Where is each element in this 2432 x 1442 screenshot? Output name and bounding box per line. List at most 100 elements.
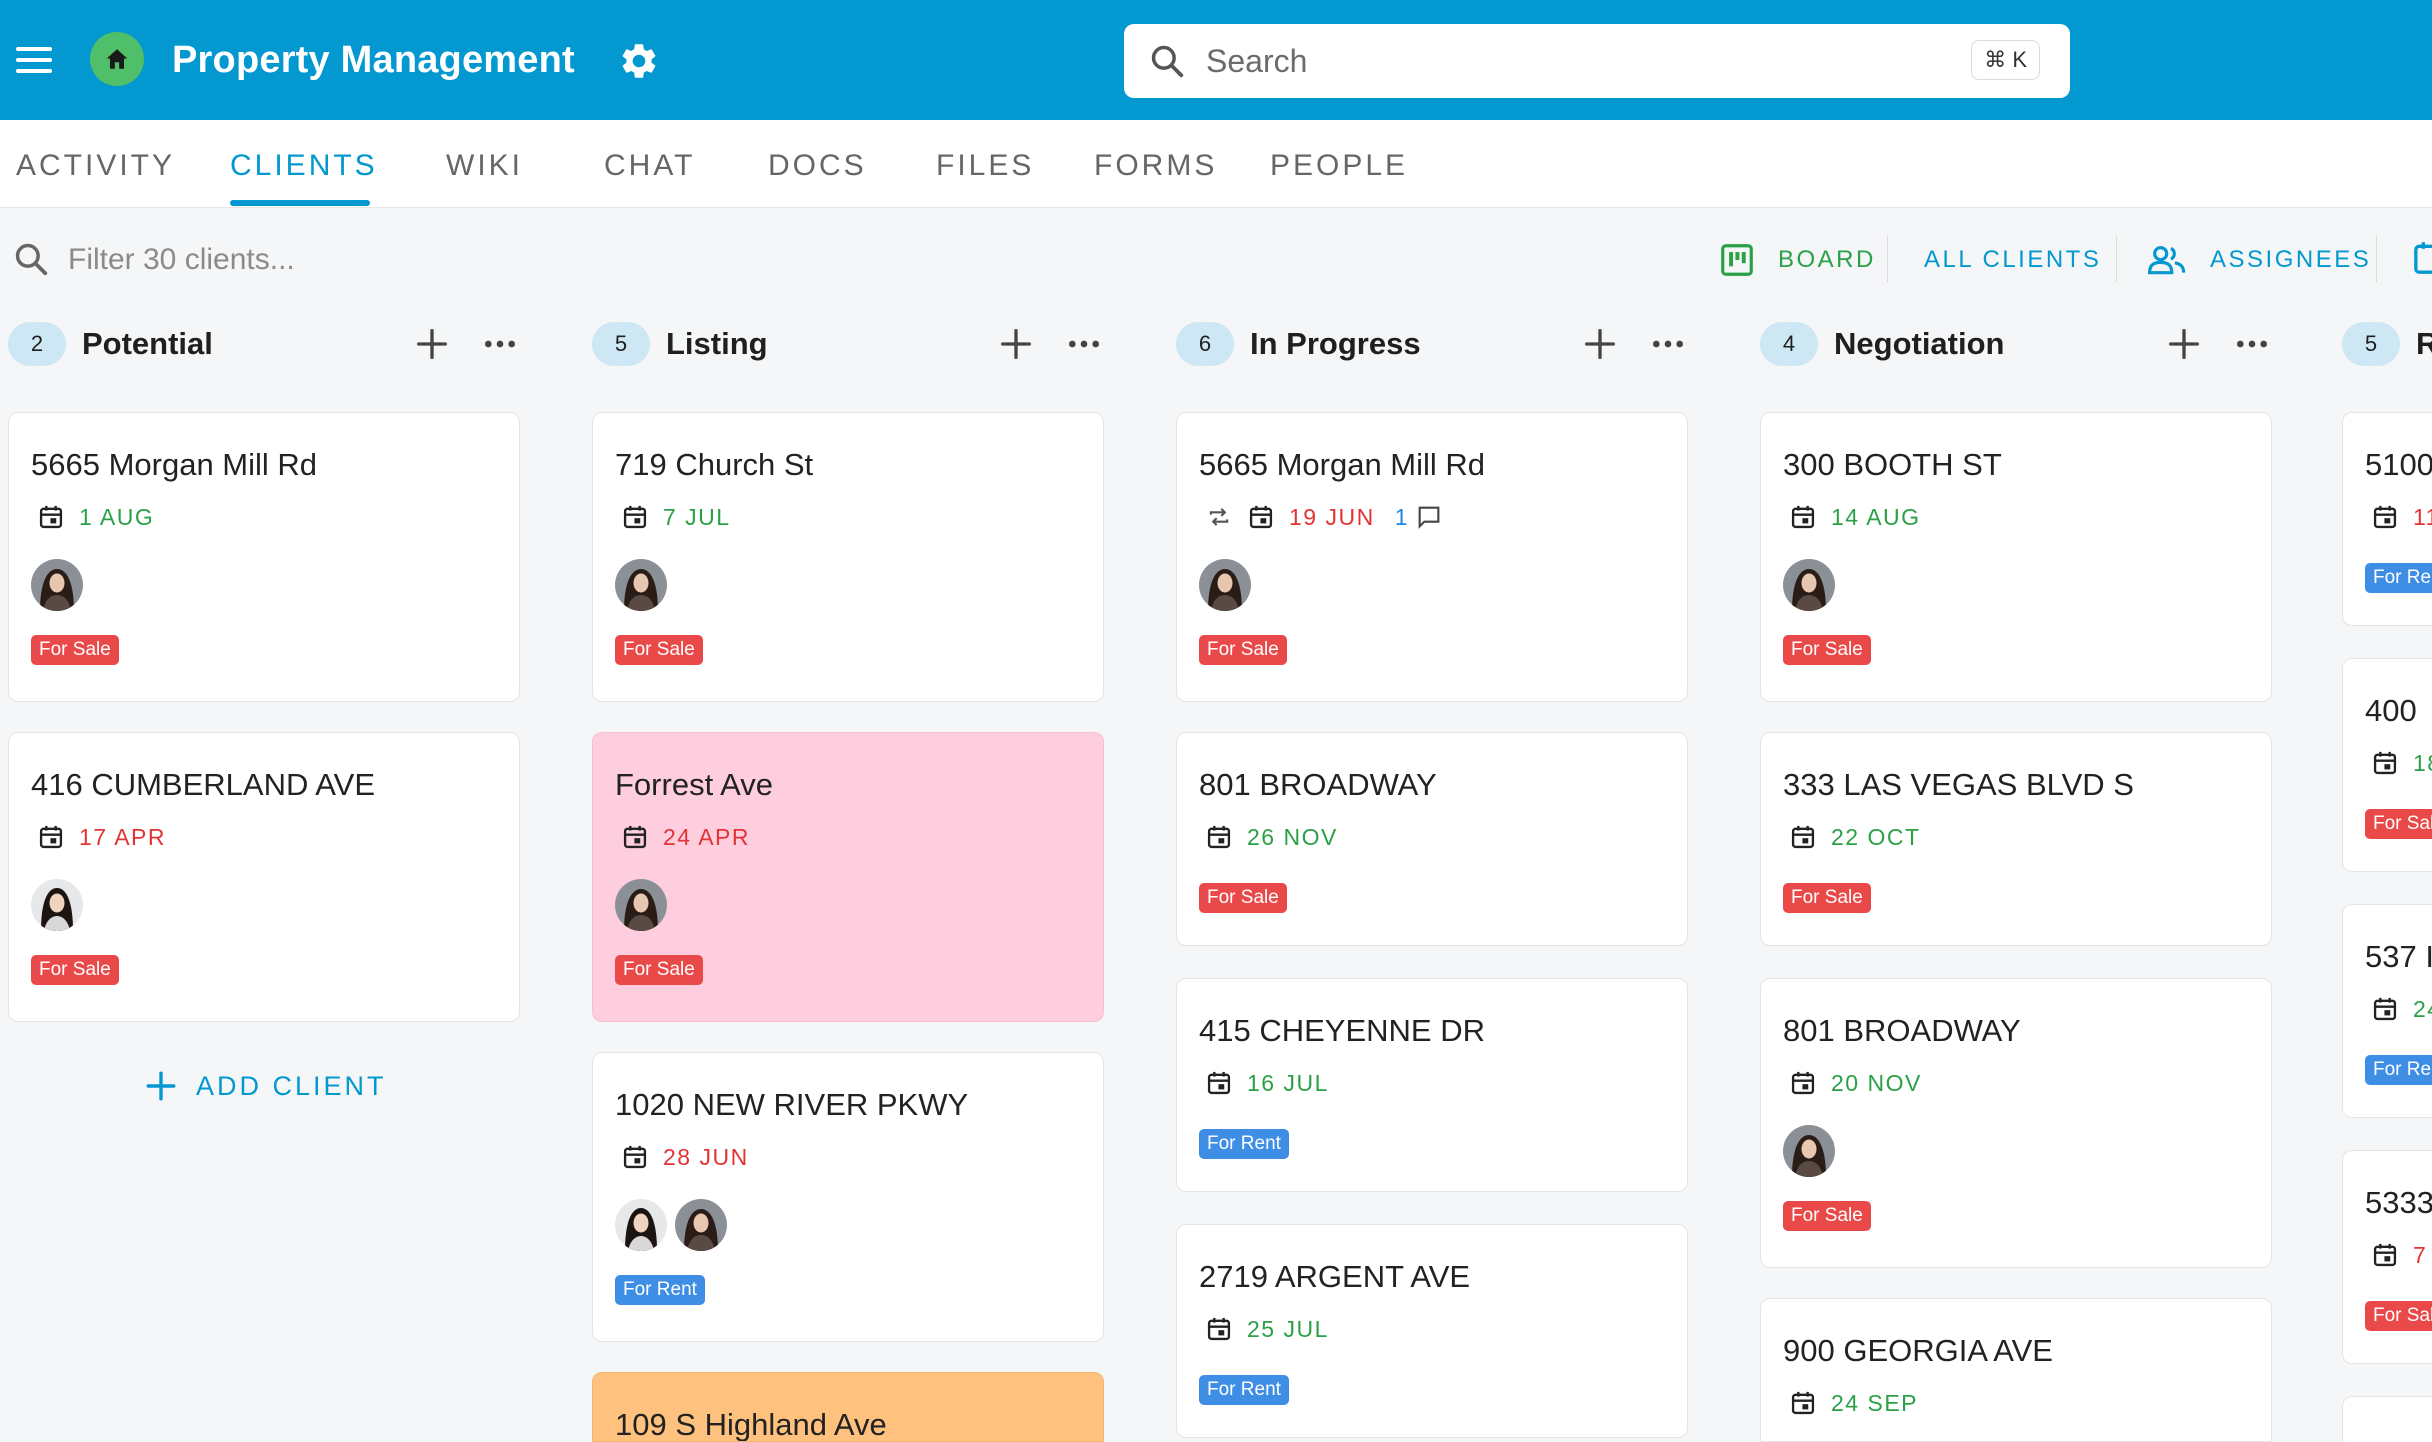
more-options-icon[interactable] bbox=[2232, 324, 2272, 364]
card-title: 400 bbox=[2365, 693, 2417, 728]
column-title: In Progress bbox=[1250, 326, 1421, 361]
client-card[interactable]: 415 CHEYENNE DR 16 JUL For Rent bbox=[1176, 978, 1688, 1192]
card-date: 1 AUG bbox=[37, 501, 154, 533]
avatar[interactable] bbox=[31, 559, 83, 611]
avatar[interactable] bbox=[1783, 1125, 1835, 1177]
avatar[interactable] bbox=[615, 1199, 667, 1251]
add-card-icon[interactable] bbox=[412, 324, 452, 364]
toolbar-divider bbox=[1887, 236, 1888, 282]
client-card[interactable] bbox=[2342, 1396, 2432, 1442]
assignees-label: ASSIGNEES bbox=[2210, 246, 2372, 273]
tab-forms[interactable]: FORMS bbox=[1094, 148, 1217, 184]
card-date: 19 JUN 1 bbox=[1205, 501, 1443, 533]
calendar-icon bbox=[37, 503, 65, 531]
calendar-icon bbox=[1205, 1315, 1233, 1343]
client-card[interactable]: 2719 ARGENT AVE 25 JUL For Rent bbox=[1176, 1224, 1688, 1438]
more-options-icon[interactable] bbox=[480, 324, 520, 364]
add-card-icon[interactable] bbox=[996, 324, 1036, 364]
assignee-avatars bbox=[1783, 1125, 1835, 1177]
due-date: 16 JUL bbox=[1247, 1069, 1329, 1096]
calendar-icon bbox=[621, 1143, 649, 1171]
avatar[interactable] bbox=[615, 879, 667, 931]
menu-icon[interactable] bbox=[16, 40, 56, 80]
status-tag: For Ren bbox=[2365, 1055, 2432, 1085]
due-date: 17 APR bbox=[79, 823, 166, 850]
home-button[interactable] bbox=[90, 32, 144, 86]
avatar[interactable] bbox=[31, 879, 83, 931]
column-header-partial: 5 R bbox=[2342, 322, 2432, 368]
search-box[interactable]: ⌘ K bbox=[1124, 24, 2070, 98]
add-card-icon[interactable] bbox=[2164, 324, 2204, 364]
more-options-icon[interactable] bbox=[1064, 324, 1104, 364]
card-title: 5333 bbox=[2365, 1185, 2432, 1220]
tab-people[interactable]: PEOPLE bbox=[1270, 148, 1408, 184]
card-date: 24 APR bbox=[621, 821, 750, 853]
card-title: 801 BROADWAY bbox=[1783, 1013, 2021, 1048]
filter-input[interactable] bbox=[68, 238, 668, 282]
add-client-button[interactable]: ADD CLIENT bbox=[144, 1066, 387, 1106]
client-card[interactable]: 5333 7 For Sal bbox=[2342, 1150, 2432, 1364]
client-card[interactable]: 537 I 24 For Ren bbox=[2342, 904, 2432, 1118]
card-title: 537 I bbox=[2365, 939, 2432, 974]
calendar-icon bbox=[1789, 503, 1817, 531]
client-card[interactable]: 900 GEORGIA AVE 24 SEP bbox=[1760, 1298, 2272, 1442]
toolbar-divider bbox=[2376, 236, 2377, 282]
board-view-button[interactable]: BOARD bbox=[1718, 238, 1876, 282]
client-card[interactable]: 1020 NEW RIVER PKWY 28 JUN For Rent bbox=[592, 1052, 1104, 1342]
active-tab-indicator bbox=[230, 200, 370, 206]
client-card[interactable]: 400 18 For Sal bbox=[2342, 658, 2432, 872]
tab-activity[interactable]: ACTIVITY bbox=[16, 148, 175, 184]
column-title: Listing bbox=[666, 326, 768, 361]
client-card[interactable]: 719 Church St 7 JUL For Sale bbox=[592, 412, 1104, 702]
calendar-icon bbox=[37, 823, 65, 851]
avatar[interactable] bbox=[615, 559, 667, 611]
tab-docs[interactable]: DOCS bbox=[768, 148, 867, 184]
column-count-badge: 2 bbox=[8, 322, 66, 366]
assignees-button[interactable]: ASSIGNEES bbox=[2146, 238, 2371, 282]
assignee-avatars bbox=[31, 559, 83, 611]
tab-chat[interactable]: CHAT bbox=[604, 148, 695, 184]
more-options-icon[interactable] bbox=[1648, 324, 1688, 364]
client-card[interactable]: 5665 Morgan Mill Rd 19 JUN 1 For Sale bbox=[1176, 412, 1688, 702]
client-card[interactable]: 333 LAS VEGAS BLVD S 22 OCT For Sale bbox=[1760, 732, 2272, 946]
client-card[interactable]: 300 BOOTH ST 14 AUG For Sale bbox=[1760, 412, 2272, 702]
add-card-icon[interactable] bbox=[1580, 324, 1620, 364]
due-date: 26 NOV bbox=[1247, 823, 1338, 850]
app-bar: Property Management ⌘ K bbox=[0, 0, 2432, 120]
avatar[interactable] bbox=[1199, 559, 1251, 611]
search-input[interactable] bbox=[1206, 38, 1906, 84]
due-date: 25 JUL bbox=[1247, 1315, 1329, 1342]
due-date: 7 bbox=[2413, 1241, 2428, 1268]
client-card[interactable]: 5100 11 For Ren bbox=[2342, 412, 2432, 626]
card-date: 18 bbox=[2371, 747, 2432, 779]
all-clients-button[interactable]: ALL CLIENTS bbox=[1924, 238, 2101, 282]
tab-files[interactable]: FILES bbox=[936, 148, 1034, 184]
client-card[interactable]: 801 BROADWAY 20 NOV For Sale bbox=[1760, 978, 2272, 1268]
card-title: 416 CUMBERLAND AVE bbox=[31, 767, 375, 802]
client-card[interactable]: 801 BROADWAY 26 NOV For Sale bbox=[1176, 732, 1688, 946]
status-tag: For Rent bbox=[1199, 1375, 1289, 1405]
due-date: 28 JUN bbox=[663, 1143, 749, 1170]
filter-search-icon bbox=[15, 243, 48, 276]
gear-icon[interactable] bbox=[618, 40, 660, 82]
card-title: 5665 Morgan Mill Rd bbox=[31, 447, 318, 482]
plus-icon bbox=[146, 1071, 176, 1101]
client-card[interactable]: 109 S Highland Ave bbox=[592, 1372, 1104, 1442]
board-label: BOARD bbox=[1778, 246, 1876, 273]
avatar[interactable] bbox=[1783, 559, 1835, 611]
status-tag: For Sale bbox=[615, 955, 703, 985]
calendar-icon bbox=[2371, 995, 2399, 1023]
card-title: 1020 NEW RIVER PKWY bbox=[615, 1087, 969, 1122]
client-card[interactable]: 416 CUMBERLAND AVE 17 APR For Sale bbox=[8, 732, 520, 1022]
card-date: 14 AUG bbox=[1789, 501, 1921, 533]
column-count-badge: 5 bbox=[592, 322, 650, 366]
tab-wiki[interactable]: WIKI bbox=[446, 148, 523, 184]
client-card[interactable]: Forrest Ave 24 APR For Sale bbox=[592, 732, 1104, 1022]
due-date: 24 bbox=[2413, 995, 2432, 1022]
calendar-view-icon[interactable] bbox=[2410, 238, 2432, 278]
card-title: 5100 bbox=[2365, 447, 2432, 482]
status-tag: For Ren bbox=[2365, 563, 2432, 593]
tab-clients[interactable]: CLIENTS bbox=[230, 148, 378, 184]
client-card[interactable]: 5665 Morgan Mill Rd 1 AUG For Sale bbox=[8, 412, 520, 702]
avatar[interactable] bbox=[675, 1199, 727, 1251]
